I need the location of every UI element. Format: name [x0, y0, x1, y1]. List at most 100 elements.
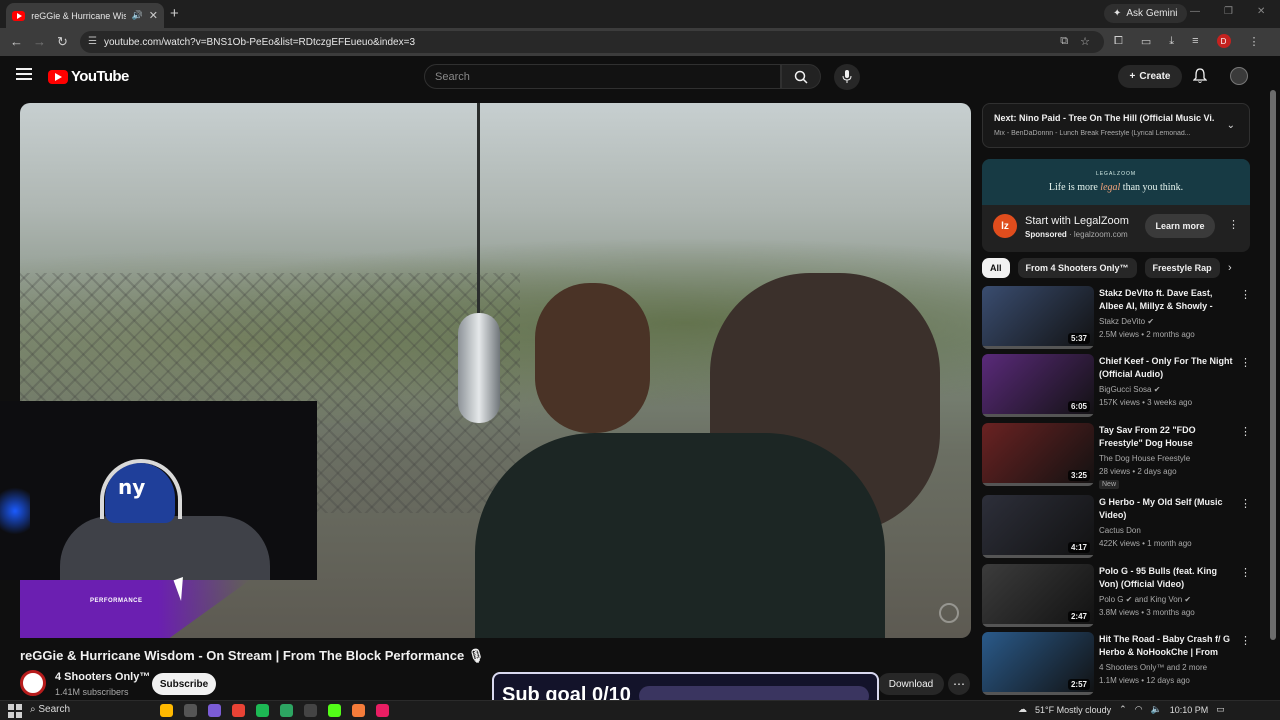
video-thumbnail[interactable]: 6:05 [982, 354, 1094, 417]
task-view-icon[interactable] [184, 704, 197, 717]
page-scrollbar[interactable] [1270, 70, 1276, 700]
minimize-icon[interactable]: — [1190, 6, 1200, 17]
recommended-title[interactable]: Chief Keef - Only For The Night (Officia… [1099, 355, 1234, 381]
bookmark-star-icon[interactable]: ☆ [1080, 35, 1090, 48]
recommended-meta: 157K views • 3 weeks ago [1099, 398, 1193, 407]
windows-start-icon[interactable] [8, 704, 22, 718]
weather-text[interactable]: 51°F Mostly cloudy [1035, 705, 1111, 715]
subscribe-button[interactable]: Subscribe [152, 673, 216, 695]
video-thumbnail[interactable]: 5:37 [982, 286, 1094, 349]
maximize-icon[interactable]: ❐ [1224, 6, 1233, 17]
install-app-icon[interactable]: ⧉ [1060, 35, 1068, 48]
video-options-icon[interactable]: ⋮ [1240, 356, 1251, 369]
chip-all[interactable]: All [982, 258, 1010, 278]
recommended-channel[interactable]: 4 Shooters Only™ and 2 more [1099, 663, 1207, 672]
kick-icon[interactable] [328, 704, 341, 717]
recommended-channel[interactable]: Stakz DeVito ✔ [1099, 317, 1154, 326]
account-avatar[interactable] [1230, 67, 1248, 85]
youtube-logo[interactable]: YouTube [48, 68, 129, 85]
extensions-icon[interactable]: ⧠ [1114, 35, 1123, 48]
download-icon[interactable]: ⤓ [1169, 35, 1174, 48]
create-button[interactable]: + Create [1118, 65, 1182, 88]
taskbar-app-icon[interactable] [352, 704, 365, 717]
address-bar[interactable]: ☰ youtube.com/watch?v=BNS1Ob-PeEo&list=R… [80, 31, 1104, 53]
more-actions-icon[interactable]: ⋯ [948, 673, 970, 695]
subscriber-count: 1.41M subscribers [55, 687, 129, 697]
profile-avatar[interactable]: D [1216, 34, 1231, 48]
ask-gemini-button[interactable]: ✦ Ask Gemini [1104, 4, 1187, 23]
video-options-icon[interactable]: ⋮ [1240, 566, 1251, 579]
recommended-title[interactable]: Tay Sav From 22 "FDO Freestyle" Dog Hous… [1099, 424, 1234, 451]
video-thumbnail[interactable]: 3:25 [982, 423, 1094, 486]
window-controls: — ❐ ✕ [1190, 6, 1265, 17]
back-icon[interactable]: ← [10, 34, 23, 49]
recommended-video[interactable]: 2:57 Hit The Road - Baby Crash f/ G Herbo… [982, 632, 1251, 696]
chip-from-channel[interactable]: From 4 Shooters Only™ [1017, 258, 1137, 278]
browser-menu-icon[interactable]: ⋮ [1249, 35, 1260, 48]
recommended-video[interactable]: 3:25 Tay Sav From 22 "FDO Freestyle" Dog … [982, 423, 1251, 489]
site-info-icon[interactable]: ☰ [88, 36, 97, 47]
channel-name[interactable]: 4 Shooters Only™ [55, 671, 150, 683]
wifi-icon[interactable]: ◠ [1135, 704, 1143, 715]
speaker-icon[interactable]: 🔊 [132, 10, 143, 21]
tray-chevron-icon[interactable]: ⌃ [1119, 704, 1127, 715]
close-tab-icon[interactable]: ✕ [149, 9, 158, 22]
voice-search-button[interactable] [834, 64, 860, 90]
next-up-panel[interactable]: Next: Nino Paid - Tree On The Hill (Offi… [982, 103, 1250, 148]
volume-icon[interactable]: 🔈 [1151, 704, 1162, 715]
video-thumbnail[interactable]: 4:17 [982, 495, 1094, 558]
hamburger-menu-icon[interactable] [16, 68, 32, 82]
taskbar-app-icon[interactable] [280, 704, 293, 717]
chrome-icon[interactable] [232, 704, 245, 717]
video-options-icon[interactable]: ⋮ [1240, 497, 1251, 510]
next-up-title: Next: Nino Paid - Tree On The Hill (Offi… [994, 113, 1214, 123]
notification-icon[interactable]: ▭ [1216, 704, 1225, 715]
chevron-right-icon[interactable]: › [1228, 262, 1232, 274]
video-thumbnail[interactable]: 2:57 [982, 632, 1094, 695]
recommended-title[interactable]: Hit The Road - Baby Crash f/ G Herbo & N… [1099, 633, 1234, 660]
forward-icon[interactable]: → [33, 34, 46, 49]
search-input[interactable]: Search [424, 64, 781, 89]
channel-watermark-icon[interactable] [939, 603, 959, 623]
recommended-channel[interactable]: BigGucci Sosa ✔ [1099, 385, 1160, 394]
weather-icon[interactable]: ☁ [1018, 704, 1027, 715]
recommended-title[interactable]: Stakz DeVito ft. Dave East, Albee Al, Mi… [1099, 287, 1234, 314]
recommended-video[interactable]: 5:37 Stakz DeVito ft. Dave East, Albee Al… [982, 286, 1251, 350]
system-tray: ☁ 51°F Mostly cloudy ⌃ ◠ 🔈 10:10 PM ▭ [1018, 704, 1225, 715]
video-thumbnail[interactable]: 2:47 [982, 564, 1094, 627]
ad-options-icon[interactable]: ⋮ [1228, 218, 1239, 231]
tiktok-icon[interactable] [376, 704, 389, 717]
chip-freestyle-rap[interactable]: Freestyle Rap [1144, 258, 1220, 278]
close-window-icon[interactable]: ✕ [1257, 6, 1265, 17]
taskbar-search[interactable]: ⌕ Search [30, 704, 70, 715]
recommended-video[interactable]: 6:05 Chief Keef - Only For The Night (Off… [982, 354, 1251, 418]
spotify-icon[interactable] [256, 704, 269, 717]
recommended-title[interactable]: Polo G - 95 Bulls (feat. King Von) (Offi… [1099, 565, 1234, 591]
recommended-channel[interactable]: Polo G ✔ and King Von ✔ [1099, 595, 1191, 604]
recommended-video[interactable]: 4:17 G Herbo - My Old Self (Music Video) C… [982, 495, 1251, 559]
clock[interactable]: 10:10 PM [1170, 705, 1209, 715]
learn-more-button[interactable]: Learn more [1145, 214, 1215, 238]
sponsored-ad-card[interactable]: LEGALZOOM Life is more legal than you th… [982, 159, 1250, 252]
recommended-channel[interactable]: Cactus Don [1099, 526, 1141, 535]
video-options-icon[interactable]: ⋮ [1240, 288, 1251, 301]
reload-icon[interactable]: ↻ [57, 34, 68, 50]
chevron-down-icon[interactable]: ⌄ [1227, 120, 1235, 131]
media-control-icon[interactable]: ≡ [1192, 35, 1198, 47]
video-options-icon[interactable]: ⋮ [1240, 634, 1251, 647]
new-tab-icon[interactable]: + [170, 5, 179, 22]
notifications-bell-icon[interactable] [1192, 68, 1208, 89]
cast-icon[interactable]: ▭ [1141, 35, 1151, 48]
recommended-video[interactable]: 2:47 Polo G - 95 Bulls (feat. King Von) (… [982, 564, 1251, 628]
discord-icon[interactable] [208, 704, 221, 717]
recommended-channel[interactable]: The Dog House Freestyle [1099, 454, 1190, 463]
search-button[interactable] [781, 64, 821, 89]
obs-icon[interactable] [304, 704, 317, 717]
ad-title[interactable]: Start with LegalZoom [1025, 215, 1129, 227]
recommended-title[interactable]: G Herbo - My Old Self (Music Video) [1099, 496, 1234, 522]
download-button[interactable]: Download [878, 673, 944, 695]
channel-avatar[interactable] [20, 670, 46, 696]
video-options-icon[interactable]: ⋮ [1240, 425, 1251, 438]
taskbar-app-icon[interactable] [160, 704, 173, 717]
browser-tab[interactable]: reGGie & Hurricane Wisdo 🔊 ✕ [6, 3, 164, 28]
